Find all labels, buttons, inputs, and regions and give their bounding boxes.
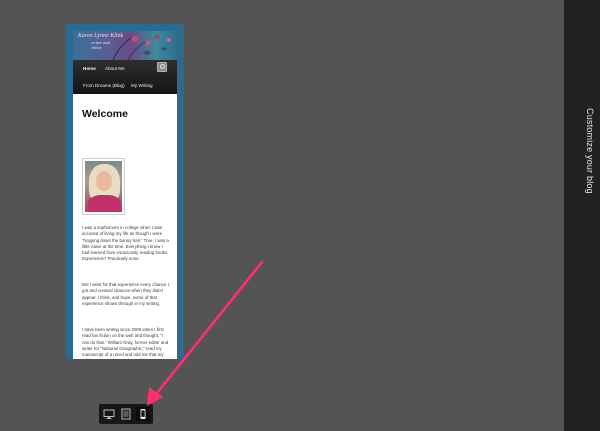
tablet-preview-button[interactable] [119,407,133,421]
site-navigation: Home About Me From Dreams (Blog) My Writ… [73,60,177,94]
nav-item-about-me[interactable]: About Me [105,66,125,71]
intro-paragraph: I was a sophomore in college when I was … [82,225,169,262]
customizer-side-panel[interactable]: Customize your blog [564,0,600,431]
nav-item-home[interactable]: Home [83,66,96,71]
author-photo [82,158,125,215]
mobile-icon [140,409,146,419]
author-photo-image [85,161,122,212]
page-title: Welcome [82,108,128,120]
nav-item-from-dreams-blog[interactable]: From Dreams (Blog) [83,83,125,88]
site-tagline: writer and editor [91,40,110,50]
site-title[interactable]: Karen Lynne Klink [78,33,123,39]
desktop-preview-button[interactable] [102,407,116,421]
writing-history-paragraph: I have been writing since 2006 when I fi… [82,327,169,359]
experience-paragraph: But I went for that experience every cha… [82,282,169,306]
page-content: Welcome I was a sophomore in college whe… [73,94,177,359]
desktop-icon [103,409,115,419]
mobile-preview-frame: Karen Lynne Klink writer and editor Home… [66,24,184,359]
device-preview-toolbar [99,404,153,424]
nav-item-my-writing[interactable]: My Writing [131,83,153,88]
site-header-banner[interactable]: Karen Lynne Klink writer and editor [73,31,177,60]
mobile-preview-button[interactable] [136,407,150,421]
tablet-icon [121,408,131,420]
search-icon[interactable] [157,62,167,72]
customize-blog-label[interactable]: Customize your blog [569,108,595,194]
